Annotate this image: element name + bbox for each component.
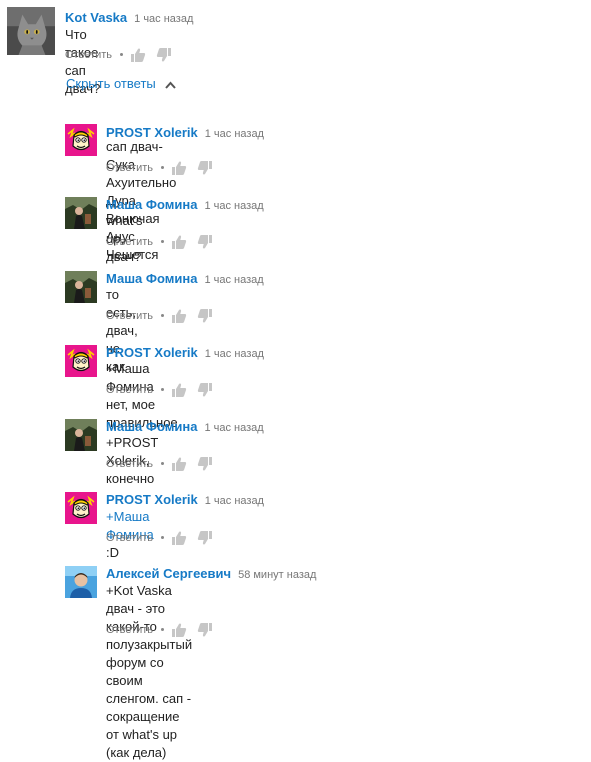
thumbs-up-icon[interactable] xyxy=(130,47,146,63)
thumbs-down-icon[interactable] xyxy=(197,530,213,546)
avatar-aleksey-sergeevich[interactable] xyxy=(65,566,97,598)
thumbs-up-icon[interactable] xyxy=(171,456,187,472)
thumbs-down-icon[interactable] xyxy=(156,47,172,63)
reply-button[interactable]: Ответить xyxy=(106,236,153,248)
comment-author[interactable]: Kot Vaska xyxy=(65,10,127,25)
avatar-masha-fomina[interactable] xyxy=(65,419,97,451)
avatar-masha-fomina[interactable] xyxy=(65,197,97,229)
hide-replies-label: Скрыть ответы xyxy=(66,76,156,91)
comment-author[interactable]: Маша Фомина xyxy=(106,271,197,286)
separator-dot xyxy=(120,53,124,57)
comment-time[interactable]: 1 час назад xyxy=(205,128,264,140)
comment-text: +Kot Vaska двач - это какой-то полузакры… xyxy=(106,582,192,762)
thumbs-down-icon[interactable] xyxy=(197,160,213,176)
comment-time[interactable]: 1 час назад xyxy=(204,422,263,434)
avatar-kot-vaska[interactable] xyxy=(7,7,55,55)
avatar-prost-xolerik[interactable] xyxy=(65,345,97,377)
chevron-up-icon xyxy=(165,81,177,89)
reply-button[interactable]: Ответить xyxy=(106,532,153,544)
comment-time[interactable]: 1 час назад xyxy=(204,200,263,212)
thumbs-down-icon[interactable] xyxy=(197,308,213,324)
reply-button[interactable]: Ответить xyxy=(106,310,153,322)
comment-author[interactable]: Маша Фомина xyxy=(106,197,197,212)
comment-text-line: +Kot Vaska двач - это какой-то полузакры… xyxy=(106,583,193,706)
thumbs-up-icon[interactable] xyxy=(171,382,187,398)
comment-time[interactable]: 1 час назад xyxy=(205,495,264,507)
comment-text-rest: :D xyxy=(106,545,119,560)
reply-button[interactable]: Ответить xyxy=(106,384,153,396)
comment-time[interactable]: 1 час назад xyxy=(204,274,263,286)
thumbs-up-icon[interactable] xyxy=(171,622,187,638)
reply-button[interactable]: Ответить xyxy=(106,624,153,636)
separator-dot xyxy=(161,240,165,244)
separator-dot xyxy=(161,536,165,540)
reply-button[interactable]: Ответить xyxy=(106,162,153,174)
reply-button[interactable]: Ответить xyxy=(65,49,112,61)
thumbs-up-icon[interactable] xyxy=(171,530,187,546)
hide-replies-toggle[interactable]: Скрыть ответы xyxy=(66,76,177,91)
comment-author[interactable]: Алексей Сергеевич xyxy=(106,566,231,581)
comment-time[interactable]: 1 час назад xyxy=(205,348,264,360)
separator-dot xyxy=(161,166,165,170)
thumbs-down-icon[interactable] xyxy=(197,622,213,638)
thumbs-down-icon[interactable] xyxy=(197,234,213,250)
avatar-prost-xolerik[interactable] xyxy=(65,124,97,156)
separator-dot xyxy=(161,388,165,392)
comment-time[interactable]: 1 час назад xyxy=(134,13,193,25)
reply-button[interactable]: Ответить xyxy=(106,458,153,470)
comment-author[interactable]: PROST Xolerik xyxy=(106,345,198,360)
separator-dot xyxy=(161,628,165,632)
thumbs-up-icon[interactable] xyxy=(171,160,187,176)
thumbs-up-icon[interactable] xyxy=(171,234,187,250)
comment-author[interactable]: Маша Фомина xyxy=(106,419,197,434)
separator-dot xyxy=(161,462,165,466)
avatar-prost-xolerik[interactable] xyxy=(65,492,97,524)
thumbs-down-icon[interactable] xyxy=(197,456,213,472)
comment-time[interactable]: 58 минут назад xyxy=(238,569,316,581)
comment-author[interactable]: PROST Xolerik xyxy=(106,492,198,507)
separator-dot xyxy=(161,314,165,318)
avatar-masha-fomina[interactable] xyxy=(65,271,97,303)
comment-text-line: сокращение от what's up (как дела) xyxy=(106,709,180,760)
thumbs-up-icon[interactable] xyxy=(171,308,187,324)
thumbs-down-icon[interactable] xyxy=(197,382,213,398)
